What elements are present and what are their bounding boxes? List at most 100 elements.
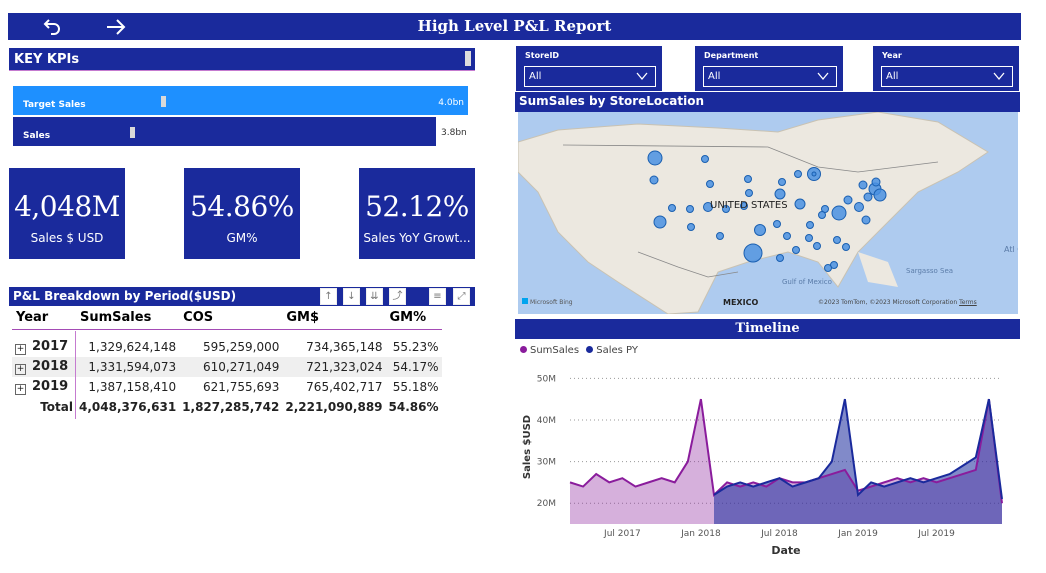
yoy-card-value: 52.12% [365, 190, 469, 223]
slicer-label: Year [882, 51, 902, 60]
filter-icon[interactable]: ≡ [429, 288, 446, 305]
map-copyright: ©2023 TomTom, ©2023 Microsoft Corporatio… [818, 299, 977, 306]
kpi-header-title: KEY KPIs [14, 52, 80, 67]
timeline-chart[interactable]: 20M 30M 40M 50M Jul 2017 Jan 2018 Jul 2018 Jan … [516, 358, 1020, 563]
expand-icon[interactable]: + [15, 344, 26, 355]
slicer-value: All [886, 71, 899, 82]
pl-header-title: P&L Breakdown by Period($USD) [13, 289, 237, 303]
divider [9, 70, 475, 71]
cell: 54.86% [388, 400, 439, 414]
x-tick-label: Jan 2019 [837, 529, 878, 539]
cell: 2,221,090,889 [285, 400, 383, 414]
pl-table: Year SumSales COS GM$ GM% +2017 1,329,62… [12, 307, 442, 417]
sales-marker [130, 127, 135, 138]
y-tick-label: 20M [537, 499, 556, 509]
y-tick-label: 50M [537, 374, 556, 384]
cell: 721,323,024 [306, 360, 383, 374]
x-tick-label: Jan 2018 [680, 529, 721, 539]
expand-hierarchy-icon[interactable]: ⤴ [389, 288, 406, 305]
legend-item[interactable]: Sales PY [586, 345, 638, 356]
table-header-row: Year SumSales COS GM$ GM% [12, 307, 442, 330]
slicer-label: Department [704, 51, 759, 60]
sales-card-label: Sales $ USD [30, 231, 104, 245]
cell: 55.23% [392, 340, 439, 354]
yoy-card-label: Sales YoY Growt... [363, 231, 471, 245]
table-row: +2017 1,329,624,148 595,259,000 734,365,… [12, 337, 442, 357]
terms-link[interactable]: Terms [959, 299, 977, 306]
expand-icon[interactable]: + [15, 384, 26, 395]
storeid-slicer: StoreID All [516, 46, 662, 91]
title-bar: High Level P&L Report [8, 13, 1021, 40]
florida-landmass [858, 252, 898, 287]
pl-header: P&L Breakdown by Period($USD) ↑ ↓ ⇊ ⤴ ≡ … [9, 287, 475, 306]
bing-logo: Microsoft Bing [522, 298, 573, 306]
map-label-mexico: MEXICO [723, 298, 758, 307]
x-axis-label: Date [771, 544, 800, 557]
cell: 4,048,376,631 [79, 400, 177, 414]
cell: 55.18% [392, 380, 439, 394]
col-sumsales[interactable]: SumSales [76, 307, 180, 330]
col-gmp[interactable]: GM% [385, 307, 442, 330]
slicer-value: All [708, 71, 721, 82]
sales-label: Sales [23, 131, 51, 141]
cell: 734,365,148 [306, 340, 383, 354]
y-axis-label: Sales $USD [522, 415, 533, 479]
cell: 765,402,717 [306, 380, 383, 394]
y-tick-label: 40M [537, 416, 556, 426]
drill-up-icon[interactable]: ↑ [320, 288, 337, 305]
store-map[interactable]: UNITED STATES MEXICO Gulf of Mexico Sarg… [518, 112, 1018, 314]
map-label-ocean: Atl O [1004, 245, 1018, 254]
year-slicer: Year All [873, 46, 1019, 91]
chevron-down-icon [636, 72, 648, 81]
target-sales-value: 4.0bn [438, 98, 464, 108]
timeline-header: Timeline [515, 319, 1020, 339]
target-marker [161, 96, 166, 107]
storeid-dropdown[interactable]: All [524, 66, 656, 87]
sales-card[interactable]: 4,048M Sales $ USD [9, 168, 125, 259]
target-sales-label: Target Sales [23, 100, 86, 110]
map-header: SumSales by StoreLocation [515, 92, 1020, 112]
gm-card-value: 54.86% [190, 190, 294, 223]
legend-item[interactable]: SumSales [520, 345, 579, 356]
table-row: +2019 1,387,158,410 621,755,693 765,402,… [12, 377, 442, 397]
sales-card-value: 4,048M [14, 190, 120, 223]
chevron-down-icon [993, 72, 1005, 81]
col-year[interactable]: Year [12, 307, 76, 330]
year-dropdown[interactable]: All [881, 66, 1013, 87]
x-tick-label: Jul 2018 [760, 529, 798, 539]
department-slicer: Department All [695, 46, 843, 91]
cell: 621,755,693 [203, 380, 280, 394]
chevron-down-icon [817, 72, 829, 81]
department-dropdown[interactable]: All [703, 66, 837, 87]
kpi-scrollbar[interactable] [465, 51, 471, 66]
y-tick-label: 30M [537, 458, 556, 468]
map-label-gulf: Gulf of Mexico [782, 278, 832, 286]
x-tick-label: Jul 2017 [603, 529, 641, 539]
cell: 610,271,049 [203, 360, 280, 374]
cell: 1,331,594,073 [88, 360, 177, 374]
cell: 1,827,285,742 [182, 400, 280, 414]
gm-card[interactable]: 54.86% GM% [184, 168, 300, 259]
expand-icon[interactable]: + [15, 364, 26, 375]
kpi-header: KEY KPIs [9, 48, 475, 70]
x-tick-label: Jul 2019 [917, 529, 955, 539]
cell: 1,329,624,148 [88, 340, 177, 354]
drill-down-icon[interactable]: ↓ [343, 288, 360, 305]
gm-card-label: GM% [226, 231, 258, 245]
focus-mode-icon[interactable]: ⤢ [453, 288, 470, 305]
map-label-us: UNITED STATES [710, 200, 788, 211]
divider [75, 331, 76, 419]
timeline-header-title: Timeline [735, 321, 800, 336]
yoy-card[interactable]: 52.12% Sales YoY Growt... [359, 168, 475, 259]
target-sales-bar[interactable]: Target Sales 4.0bn [13, 86, 468, 115]
cell: 54.17% [392, 360, 439, 374]
sales-bar[interactable]: Sales [13, 117, 436, 146]
expand-all-icon[interactable]: ⇊ [366, 288, 383, 305]
map-header-title: SumSales by StoreLocation [519, 94, 705, 108]
map-label-sargasso: Sargasso Sea [906, 267, 953, 275]
col-gm[interactable]: GM$ [282, 307, 386, 330]
chart-legend: SumSales Sales PY [520, 345, 638, 356]
total-row: Total 4,048,376,631 1,827,285,742 2,221,… [12, 397, 442, 417]
col-cos[interactable]: COS [179, 307, 283, 330]
slicer-value: All [529, 71, 542, 82]
